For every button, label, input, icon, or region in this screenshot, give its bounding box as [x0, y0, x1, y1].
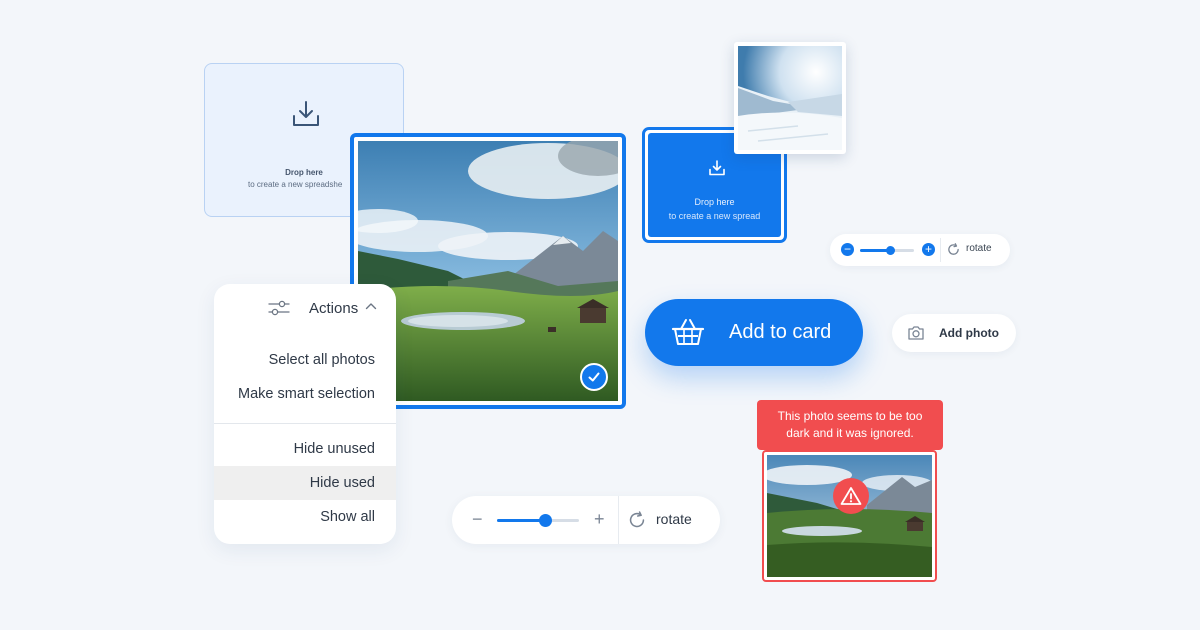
selected-check-icon: [580, 363, 608, 391]
download-icon: [709, 160, 725, 176]
drop-zone-title: Drop here: [694, 197, 735, 207]
add-photo-label: Add photo: [939, 326, 999, 340]
add-to-card-button[interactable]: Add to card: [645, 299, 863, 366]
landscape-photo: [358, 141, 618, 401]
zoom-toolbar-small: − + rotate: [830, 234, 1010, 266]
snow-mountain-photo: [738, 46, 842, 150]
rotate-label[interactable]: rotate: [656, 511, 692, 527]
zoom-slider-fill: [497, 519, 545, 522]
menu-item-hide-unused[interactable]: Hide unused: [214, 432, 396, 466]
zoom-in-button[interactable]: +: [594, 509, 605, 530]
actions-menu-header[interactable]: Actions: [214, 284, 396, 332]
menu-item-select-all-photos[interactable]: Select all photos: [214, 343, 396, 377]
landscape-photo: [767, 455, 932, 577]
chevron-up-icon: [365, 303, 377, 310]
actions-menu: Actions Select all photos Make smart sel…: [214, 284, 396, 544]
snow-photo-thumbnail[interactable]: [734, 42, 846, 154]
dark-photo-warning-tooltip: This photo seems to be too dark and it w…: [757, 400, 943, 457]
zoom-toolbar: − + rotate: [452, 496, 720, 544]
zoom-divider: [618, 496, 619, 544]
add-to-card-label: Add to card: [729, 321, 832, 343]
zoom-slider[interactable]: [497, 514, 579, 527]
download-icon: [293, 101, 319, 126]
menu-divider: [214, 423, 396, 424]
warning-message-line-1: This photo seems to be too: [777, 409, 923, 423]
zoom-divider: [940, 238, 941, 262]
warning-icon: [833, 478, 869, 514]
zoom-out-button[interactable]: −: [472, 509, 483, 530]
basket-icon: [671, 319, 705, 345]
add-photo-button[interactable]: Add photo: [892, 314, 1016, 352]
rotate-label[interactable]: rotate: [966, 243, 992, 254]
ignored-photo[interactable]: [762, 450, 937, 582]
zoom-slider-handle[interactable]: [885, 246, 895, 255]
rotate-icon[interactable]: [628, 511, 646, 529]
zoom-in-button[interactable]: +: [922, 243, 935, 256]
zoom-slider[interactable]: [860, 246, 914, 255]
drop-zone-subtitle: to create a new spreadshe: [248, 180, 343, 189]
filter-icon: [268, 300, 290, 316]
zoom-slider-handle[interactable]: [538, 514, 552, 527]
actions-menu-title: Actions: [309, 300, 359, 317]
menu-item-hide-used[interactable]: Hide used: [214, 466, 396, 500]
warning-message-line-2: dark and it was ignored.: [786, 426, 914, 440]
menu-item-show-all[interactable]: Show all: [214, 500, 396, 534]
camera-icon: [908, 326, 924, 340]
menu-item-make-smart-selection[interactable]: Make smart selection: [214, 377, 396, 411]
rotate-icon[interactable]: [947, 243, 960, 256]
zoom-out-button[interactable]: −: [841, 243, 854, 256]
drop-zone-subtitle: to create a new spread: [668, 211, 761, 221]
